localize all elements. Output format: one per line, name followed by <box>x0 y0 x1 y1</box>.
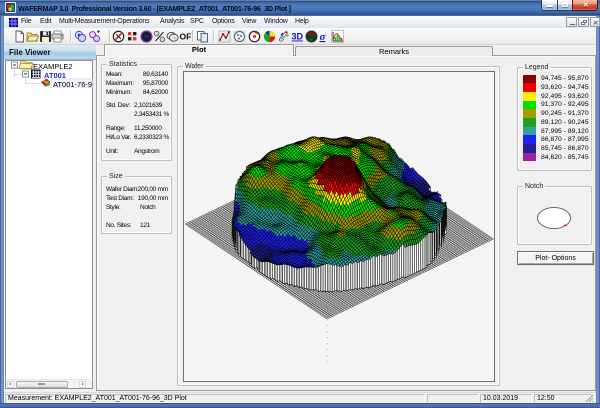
svg-text:OF: OF <box>180 32 192 42</box>
svg-text:σ: σ <box>320 31 327 43</box>
svg-text:3D: 3D <box>292 32 304 42</box>
